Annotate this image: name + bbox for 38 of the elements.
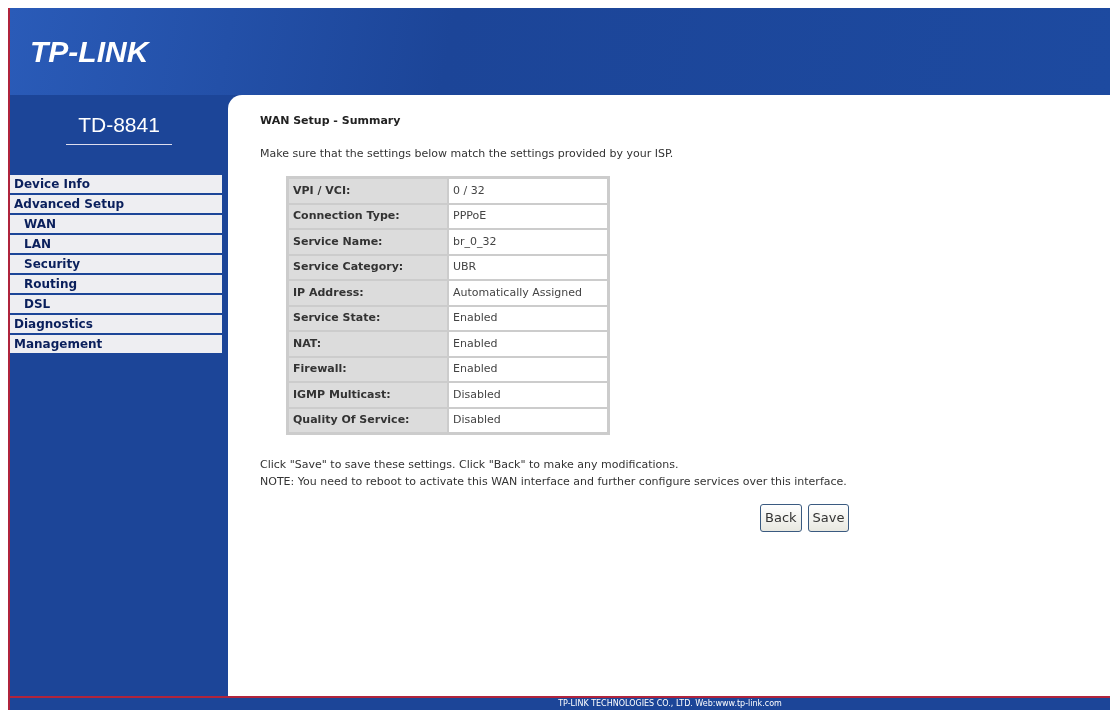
field-label: VPI / VCI:	[288, 178, 448, 204]
field-value: br_0_32	[448, 229, 608, 255]
field-value: Enabled	[448, 305, 608, 331]
action-button[interactable]: Back	[760, 504, 802, 532]
submenu-item[interactable]: DSL	[10, 294, 222, 313]
menu-item[interactable]: Management	[10, 334, 222, 353]
field-label: IP Address:	[288, 280, 448, 306]
intro-text: Make sure that the settings below match the settings provided by your ISP.	[260, 145, 675, 162]
submenu-item[interactable]: Security	[10, 254, 222, 273]
field-value: Enabled	[448, 356, 608, 382]
field-label: IGMP Multicast:	[288, 382, 448, 408]
field-value: PPPoE	[448, 203, 608, 229]
field-value: UBR	[448, 254, 608, 280]
field-value: 0 / 32	[448, 178, 608, 204]
field-value: Enabled	[448, 331, 608, 357]
footer-text: TP-LINK TECHNOLOGIES CO., LTD. Web:www.tp-link.com	[557, 698, 783, 710]
field-value: Automatically Assigned	[448, 280, 608, 306]
menu-item[interactable]: Advanced Setup	[10, 194, 222, 213]
submenu-item[interactable]: WAN	[10, 214, 222, 233]
menu-item[interactable]: Device Info	[10, 174, 222, 193]
submenu-item[interactable]: Routing	[10, 274, 222, 293]
page-title: WAN Setup - Summary	[260, 113, 402, 129]
field-label: Connection Type:	[288, 203, 448, 229]
field-label: Quality Of Service:	[288, 407, 448, 433]
brand-logo: TP-LINK	[30, 34, 149, 70]
field-value: Disabled	[448, 382, 608, 408]
field-label: NAT:	[288, 331, 448, 357]
field-value: Disabled	[448, 407, 608, 433]
menu-item[interactable]: Diagnostics	[10, 314, 222, 333]
submenu-item[interactable]: LAN	[10, 234, 222, 253]
field-label: Service State:	[288, 305, 448, 331]
field-label: Firewall:	[288, 356, 448, 382]
field-label: Service Category:	[288, 254, 448, 280]
field-label: Service Name:	[288, 229, 448, 255]
note-text: Click "Save" to save these settings. Click "Back" to make any modifications.	[260, 457, 680, 473]
note-text: NOTE: You need to reboot to activate this WAN interface and further configure services over this interface.	[260, 473, 848, 490]
model-name: TD-8841	[66, 109, 172, 145]
action-button[interactable]: Save	[807, 504, 850, 532]
